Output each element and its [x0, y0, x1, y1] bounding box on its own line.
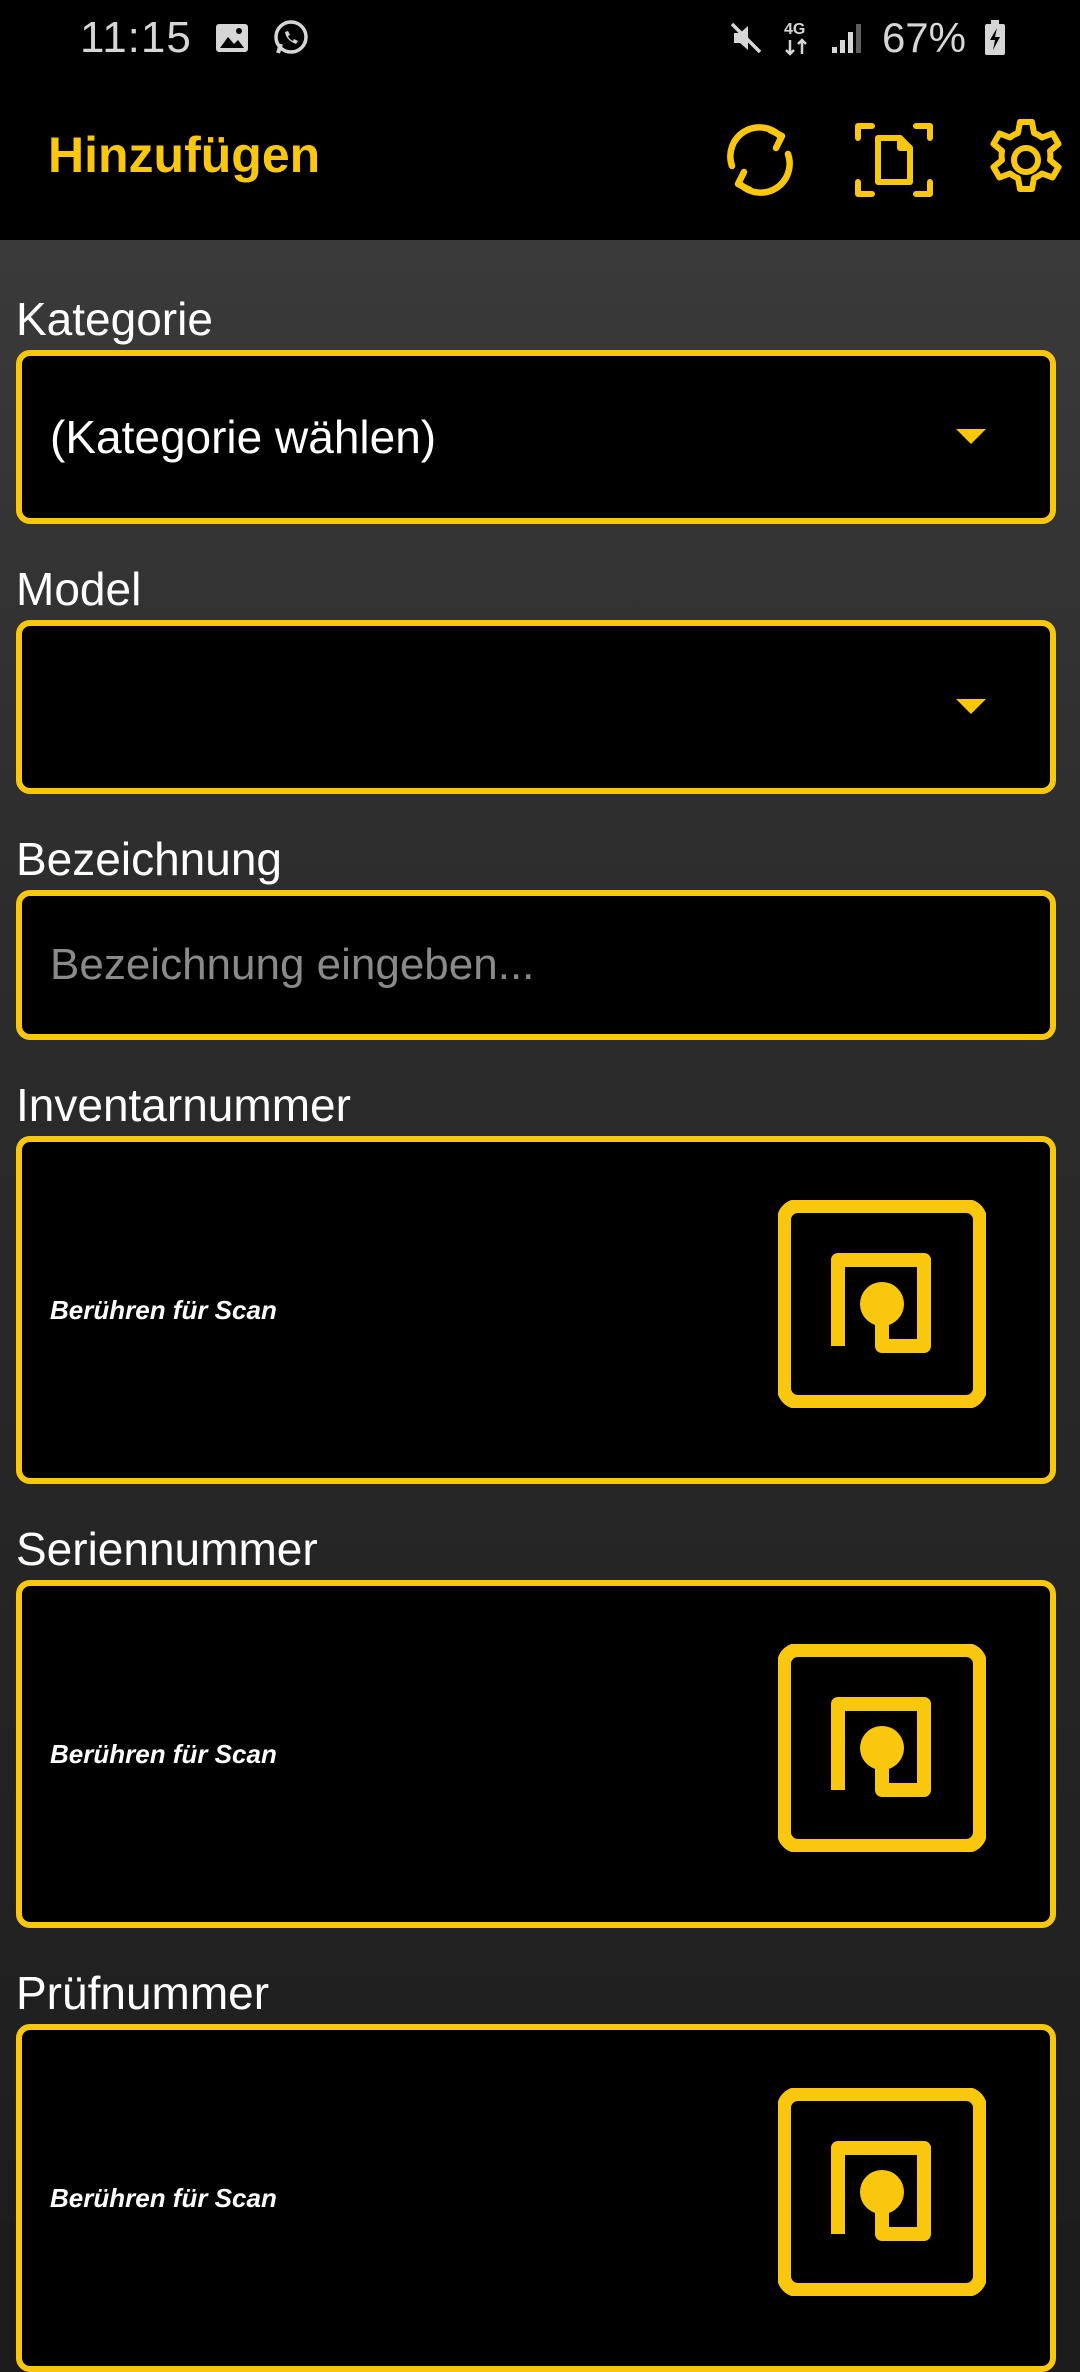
- scan-hint: Berühren für Scan: [50, 1294, 277, 1325]
- inventarnummer-scan-button[interactable]: Berühren für Scan: [16, 1136, 1056, 1484]
- status-bar: 11:15 4G 67%: [0, 0, 1080, 76]
- document-scan-button[interactable]: [846, 114, 942, 210]
- model-dropdown[interactable]: [16, 620, 1056, 794]
- pruefnummer-label: Prüfnummer: [16, 1967, 270, 2019]
- chevron-down-icon: [956, 429, 986, 444]
- bezeichnung-label: Bezeichnung: [16, 833, 282, 885]
- whatsapp-icon: [272, 19, 310, 57]
- image-icon: [214, 22, 250, 54]
- model-label: Model: [16, 563, 142, 615]
- sync-icon: [718, 118, 802, 207]
- kategorie-selected-value: (Kategorie wählen): [50, 411, 437, 463]
- status-time: 11:15: [80, 13, 192, 62]
- mute-icon: [728, 20, 764, 56]
- nfc-icon: [778, 2088, 986, 2296]
- scan-hint: Berühren für Scan: [50, 2182, 277, 2213]
- seriennummer-label: Seriennummer: [16, 1523, 318, 1575]
- settings-button[interactable]: [978, 114, 1074, 210]
- battery-percent: 67%: [881, 14, 966, 61]
- kategorie-label: Kategorie: [16, 293, 213, 345]
- bezeichnung-input[interactable]: Bezeichnung eingeben...: [16, 890, 1056, 1040]
- signal-icon: [830, 21, 864, 55]
- page-title: Hinzufügen: [48, 127, 321, 183]
- pruefnummer-scan-button[interactable]: Berühren für Scan: [16, 2024, 1056, 2372]
- scan-hint: Berühren für Scan: [50, 1738, 277, 1769]
- network-4g-icon: 4G: [782, 18, 812, 58]
- inventarnummer-label: Inventarnummer: [16, 1079, 351, 1131]
- battery-icon: [984, 20, 1006, 56]
- nfc-icon: [778, 1200, 986, 1408]
- kategorie-dropdown[interactable]: (Kategorie wählen): [16, 350, 1056, 524]
- app-bar: Hinzufügen: [0, 76, 1080, 240]
- document-scan-icon: [854, 120, 934, 205]
- chevron-down-icon: [956, 699, 986, 714]
- form-container: Kategorie (Kategorie wählen) Model Bezei…: [0, 240, 1080, 2372]
- seriennummer-scan-button[interactable]: Berühren für Scan: [16, 1580, 1056, 1928]
- svg-text:4G: 4G: [784, 21, 805, 38]
- nfc-icon: [778, 1644, 986, 1852]
- gear-icon: [982, 116, 1070, 209]
- bezeichnung-placeholder: Bezeichnung eingeben...: [50, 940, 535, 989]
- sync-button[interactable]: [712, 114, 808, 210]
